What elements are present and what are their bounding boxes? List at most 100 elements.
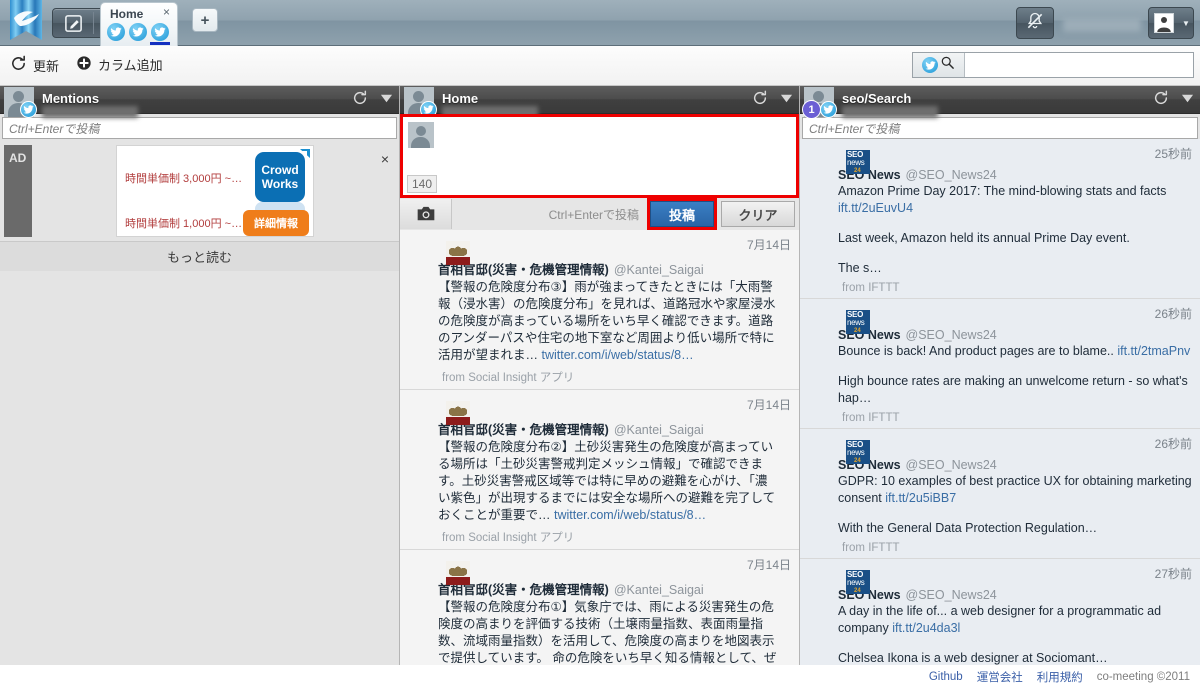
search-input[interactable]	[965, 54, 1193, 76]
twitter-bird-icon[interactable]	[150, 23, 170, 45]
tweet-source: from IFTTT	[842, 282, 900, 294]
add-tab-button[interactable]: +	[192, 8, 218, 32]
tab-home[interactable]: Home ×	[100, 2, 178, 46]
tweet-author-handle[interactable]: @Kantei_Saigai	[614, 583, 704, 597]
close-icon[interactable]: ×	[163, 6, 170, 19]
twitter-bird-icon	[20, 101, 37, 118]
table-row[interactable]: 首相官邸(災害・危機管理情報) @Kantei_Saigai 7月14日 【警報…	[400, 550, 799, 674]
column-account-blurred	[842, 106, 938, 118]
table-row[interactable]: SEO news 24 SEO News @SEO_News24 26秒前 GDPR…	[800, 429, 1200, 559]
tweet-link[interactable]: ift.tt/2u5iBB7	[885, 491, 956, 505]
table-row[interactable]: SEO news 24 SEO News @SEO_News24 27秒前 A da…	[800, 559, 1200, 679]
tweet-body: 【警報の危険度分布③】雨が強まってきたときには「大雨警報（浸水害）の危険度分布」…	[438, 279, 779, 364]
footer-link-github[interactable]: Github	[929, 671, 963, 683]
user-avatar-icon	[1149, 13, 1179, 33]
tweet-author-handle[interactable]: @SEO_News24	[906, 588, 997, 602]
tweet-text: 【警報の危険度分布①】気象庁では、雨による災害発生の危険度の高まりを評価する技術…	[438, 600, 777, 674]
column-title: seo/Search	[842, 91, 912, 106]
tweet-timestamp: 7月14日	[746, 558, 791, 572]
tweet-text: Amazon Prime Day 2017: The mind-blowing …	[838, 184, 1167, 198]
twitter-bird-icon[interactable]	[107, 23, 125, 41]
refresh-label: 更新	[33, 58, 60, 74]
clear-button[interactable]: クリア	[721, 201, 795, 227]
camera-icon[interactable]	[400, 199, 452, 229]
tweet-link[interactable]: ift.tt/2tmaPnv	[1117, 344, 1190, 358]
plus-circle-icon	[76, 55, 92, 74]
ad-block: AD 時間単価制 3,000円 ~… 時間単価制 1,000円 ~… Crowd…	[0, 145, 399, 237]
tweet-source: from IFTTT	[842, 412, 900, 424]
account-menu-button[interactable]: ▼	[1148, 7, 1194, 39]
tweet-body: GDPR: 10 examples of best practice UX fo…	[838, 473, 1192, 537]
footer-link-company[interactable]: 運営会社	[977, 669, 1023, 685]
tweet-link[interactable]: twitter.com/i/web/status/8…	[541, 348, 693, 362]
tweet-author-handle[interactable]: @SEO_News24	[906, 458, 997, 472]
footer-link-terms[interactable]: 利用規約	[1037, 669, 1083, 685]
tweet-paragraph: With the General Data Protection Regulat…	[838, 521, 1098, 535]
tweet-body: 【警報の危険度分布①】気象庁では、雨による災害発生の危険度の高まりを評価する技術…	[438, 599, 779, 674]
table-row[interactable]: SEO news 24 SEO News @SEO_News24 26秒前 Boun…	[800, 299, 1200, 429]
compose-box-home[interactable]: 140	[400, 114, 799, 198]
tweet-timestamp: 26秒前	[1154, 437, 1192, 451]
tweet-link[interactable]: ift.tt/2uEuvU4	[838, 201, 913, 215]
table-row[interactable]: 首相官邸(災害・危機管理情報) @Kantei_Saigai 7月14日 【警報…	[400, 390, 799, 550]
tweet-timestamp: 27秒前	[1154, 567, 1192, 581]
mute-button[interactable]	[1016, 7, 1054, 39]
column-header: Mentions	[0, 86, 399, 118]
column-account-blurred	[42, 106, 138, 118]
tab-account-icons	[107, 23, 170, 45]
seo-news-avatar: SEO news 24	[846, 570, 870, 594]
close-icon[interactable]: ×	[381, 151, 389, 167]
refresh-icon[interactable]	[752, 90, 768, 111]
tab-title: Home	[110, 7, 144, 21]
compose-input-mentions[interactable]: Ctrl+Enterで投稿	[2, 117, 397, 139]
twitter-bird-icon	[922, 57, 938, 73]
column-seo-search: 1 seo/Search Ctrl+Enterで投稿 SEO news 24 SEO…	[800, 86, 1200, 689]
tweet-list-seo-search: SEO news 24 SEO News @SEO_News24 25秒前 Amaz…	[800, 139, 1200, 679]
tweet-timestamp: 25秒前	[1154, 147, 1192, 161]
tweet-link[interactable]: twitter.com/i/web/status/8…	[554, 508, 706, 522]
compose-toolbar: Ctrl+Enterで投稿 投稿 クリア	[400, 198, 799, 230]
refresh-button[interactable]: 更新	[10, 55, 59, 75]
compose-placeholder: Ctrl+Enterで投稿	[9, 121, 100, 136]
twitter-bird-icon[interactable]	[129, 23, 147, 41]
search-icon	[940, 55, 955, 75]
seo-news-avatar: SEO news 24	[846, 440, 870, 464]
add-column-button[interactable]: カラム追加	[76, 55, 163, 74]
kantei-crest-avatar	[446, 401, 470, 425]
chevron-down-icon[interactable]: ▼	[1179, 19, 1193, 28]
chevron-down-icon[interactable]	[1181, 92, 1194, 110]
tweet-author-handle[interactable]: @SEO_News24	[906, 328, 997, 342]
tweet-author-handle[interactable]: @SEO_News24	[906, 168, 997, 182]
table-row[interactable]: 首相官邸(災害・危機管理情報) @Kantei_Saigai 7月14日 【警報…	[400, 230, 799, 390]
search-source-toggle[interactable]	[913, 53, 965, 77]
footer-copyright: co-meeting ©2011	[1096, 671, 1190, 683]
ad-logo-line-2: Works	[261, 177, 299, 191]
tweet-paragraph: High bounce rates are making an unwelcom…	[838, 374, 1188, 405]
refresh-icon[interactable]	[352, 90, 368, 111]
load-more-button[interactable]: もっと読む	[0, 241, 399, 271]
app-logo[interactable]	[6, 0, 46, 46]
chevron-down-icon[interactable]	[780, 92, 793, 110]
tweet-author-handle[interactable]: @Kantei_Saigai	[614, 263, 704, 277]
refresh-icon[interactable]	[1153, 90, 1169, 111]
tweet-author-handle[interactable]: @Kantei_Saigai	[614, 423, 704, 437]
ad-price-line-1: 時間単価制 3,000円 ~…	[125, 173, 243, 185]
account-name-blurred	[1063, 18, 1141, 32]
footer: Github 運営会社 利用規約 co-meeting ©2011	[0, 665, 1200, 689]
search-bar[interactable]	[912, 52, 1194, 78]
tweet-source: from Social Insight アプリ	[442, 532, 575, 544]
tweet-timestamp: 26秒前	[1154, 307, 1192, 321]
compose-placeholder: Ctrl+Enterで投稿	[809, 121, 900, 136]
table-row[interactable]: SEO news 24 SEO News @SEO_News24 25秒前 Amaz…	[800, 139, 1200, 299]
ad-cta-button[interactable]: 詳細情報	[243, 210, 309, 236]
kantei-crest-avatar	[446, 561, 470, 585]
seo-news-avatar: SEO news 24	[846, 310, 870, 334]
column-mentions: Mentions Ctrl+Enterで投稿 AD 時間単価制 3,000円 ~…	[0, 86, 400, 689]
chevron-down-icon[interactable]	[380, 92, 393, 110]
compose-input-seo-search[interactable]: Ctrl+Enterで投稿	[802, 117, 1198, 139]
character-counter: 140	[407, 175, 437, 193]
tweet-body: 【警報の危険度分布②】土砂災害発生の危険度が高まっている場所は「土砂災害警戒判定…	[438, 439, 779, 524]
tweet-link[interactable]: ift.tt/2u4da3l	[892, 621, 960, 635]
post-button[interactable]: 投稿	[650, 201, 714, 227]
ad-card[interactable]: 時間単価制 3,000円 ~… 時間単価制 1,000円 ~… Crowd Wo…	[116, 145, 314, 237]
